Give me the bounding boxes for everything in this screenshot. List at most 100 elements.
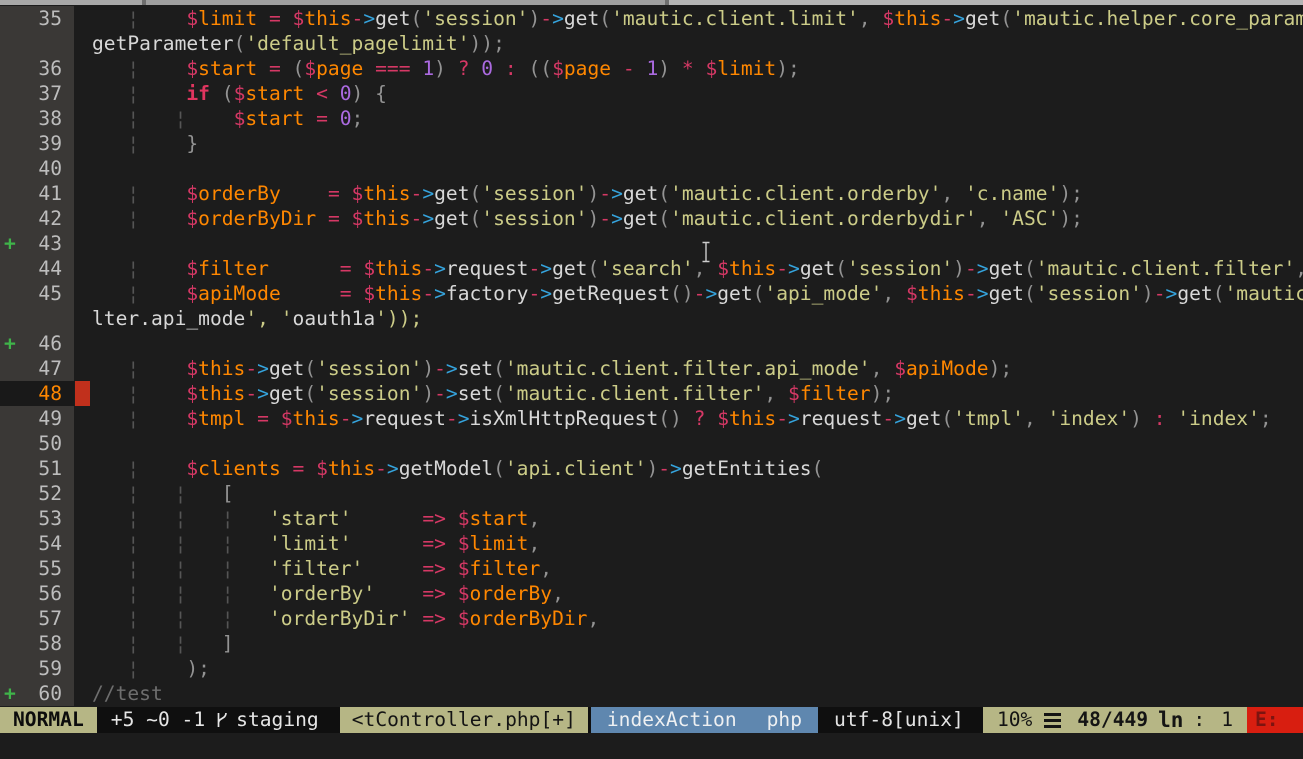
git-added-sign: + bbox=[4, 331, 16, 356]
gutter: 53 bbox=[0, 506, 74, 531]
code-line-52: 52 ¦ ¦ [ bbox=[0, 481, 1303, 506]
command-line[interactable] bbox=[0, 733, 1303, 759]
code-line-38: 38 ¦ ¦ $start = 0; bbox=[0, 106, 1303, 131]
gutter bbox=[0, 31, 74, 56]
code-line-49: 49 ¦ $tmpl = $this->request->isXmlHttpRe… bbox=[0, 406, 1303, 431]
line-number: 40 bbox=[0, 156, 74, 181]
code-text[interactable]: ¦ $this->get('session')->set('mautic.cli… bbox=[74, 356, 1012, 381]
code-text[interactable] bbox=[74, 231, 92, 256]
code-text[interactable]: ¦ ¦ ] bbox=[74, 631, 234, 656]
code-line-59: 59 ¦ ); bbox=[0, 656, 1303, 681]
code-text[interactable]: ¦ ¦ ¦ 'start' => $start, bbox=[74, 506, 540, 531]
git-branch-name: staging bbox=[236, 707, 319, 733]
filetype: php bbox=[767, 707, 802, 733]
gutter: 60+ bbox=[0, 681, 74, 706]
gutter: 58 bbox=[0, 631, 74, 656]
code-line-36: 36 ¦ $start = ($page === 1) ? 0 : (($pag… bbox=[0, 56, 1303, 81]
code-text[interactable]: ¦ ); bbox=[74, 656, 210, 681]
line-number: 39 bbox=[0, 131, 74, 156]
code-text[interactable]: ¦ ¦ [ bbox=[74, 481, 234, 506]
code-text[interactable]: ¦ ¦ ¦ 'orderByDir' => $orderByDir, bbox=[74, 606, 599, 631]
gutter: 54 bbox=[0, 531, 74, 556]
code-text[interactable]: getParameter('default_pagelimit')); bbox=[74, 31, 505, 56]
cursor-column: 1 bbox=[1221, 707, 1233, 733]
code-text[interactable]: ¦ } bbox=[74, 131, 198, 156]
code-text[interactable]: ¦ $limit = $this->get('session')->get('m… bbox=[74, 6, 1303, 31]
gutter: 40 bbox=[0, 156, 74, 181]
line-number: 48 bbox=[0, 381, 74, 406]
code-line-39: 39 ¦ } bbox=[0, 131, 1303, 156]
gutter: 50 bbox=[0, 431, 74, 456]
scroll-percent: 10% bbox=[997, 707, 1032, 733]
function-context: indexAction php bbox=[591, 707, 818, 733]
line-number: 58 bbox=[0, 631, 74, 656]
code-text[interactable] bbox=[74, 331, 92, 356]
code-line-55: 55 ¦ ¦ ¦ 'filter' => $filter, bbox=[0, 556, 1303, 581]
error-sign bbox=[75, 381, 90, 406]
code-text[interactable]: ¦ if ($start < 0) { bbox=[74, 81, 387, 106]
code-line-58: 58 ¦ ¦ ] bbox=[0, 631, 1303, 656]
code-line-50: 50 bbox=[0, 431, 1303, 456]
gutter: 51 bbox=[0, 456, 74, 481]
git-added-sign: + bbox=[4, 681, 16, 706]
gutter: 41 bbox=[0, 181, 74, 206]
code-text[interactable]: ¦ $tmpl = $this->request->isXmlHttpReque… bbox=[74, 406, 1272, 431]
code-text[interactable]: ¦ $clients = $this->getModel('api.client… bbox=[74, 456, 823, 481]
code-text[interactable]: //test bbox=[74, 681, 163, 706]
statusline: NORMAL +5 ~0 -1 staging <tController.php… bbox=[0, 707, 1303, 733]
code-text[interactable]: ¦ $filter = $this->request->get('search'… bbox=[74, 256, 1303, 281]
code-text[interactable]: ¦ $apiMode = $this->factory->getRequest(… bbox=[74, 281, 1303, 306]
code-text[interactable]: ¦ $orderByDir = $this->get('session')->g… bbox=[74, 206, 1083, 231]
line-number: 37 bbox=[0, 81, 74, 106]
code-text[interactable] bbox=[74, 156, 92, 181]
window-edge-segment bbox=[0, 0, 142, 5]
line-number: 47 bbox=[0, 356, 74, 381]
code-line-57: 57 ¦ ¦ ¦ 'orderByDir' => $orderByDir, bbox=[0, 606, 1303, 631]
separator: : bbox=[1193, 707, 1205, 733]
mode-indicator: NORMAL bbox=[0, 707, 97, 733]
line-number: 53 bbox=[0, 506, 74, 531]
code-line-41: 41 ¦ $orderBy = $this->get('session')->g… bbox=[0, 181, 1303, 206]
code-line-51: 51 ¦ $clients = $this->getModel('api.cli… bbox=[0, 456, 1303, 481]
line-number: 55 bbox=[0, 556, 74, 581]
code-editor[interactable]: 35 ¦ $limit = $this->get('session')->get… bbox=[0, 6, 1303, 706]
mouse-text-cursor bbox=[700, 241, 712, 263]
code-line-46: 46+ bbox=[0, 331, 1303, 356]
gutter: 56 bbox=[0, 581, 74, 606]
code-text[interactable]: ¦ ¦ $start = 0; bbox=[74, 106, 363, 131]
gutter: 47 bbox=[0, 356, 74, 381]
line-number: 42 bbox=[0, 206, 74, 231]
code-text[interactable]: ¦ $this->get('session')->set('mautic.cli… bbox=[74, 381, 894, 406]
code-text[interactable]: ¦ ¦ ¦ 'orderBy' => $orderBy, bbox=[74, 581, 564, 606]
cursor-position-section: 10% 48/449 ln : 1 bbox=[983, 707, 1247, 733]
line-number: 50 bbox=[0, 431, 74, 456]
code-text[interactable]: ¦ $orderBy = $this->get('session')->get(… bbox=[74, 181, 1083, 206]
vim-editor-window: 35 ¦ $limit = $this->get('session')->get… bbox=[0, 0, 1303, 759]
code-line-60: 60+//test bbox=[0, 681, 1303, 706]
gutter: 36 bbox=[0, 56, 74, 81]
code-text[interactable] bbox=[74, 431, 92, 456]
error-badge: E: bbox=[1247, 707, 1303, 733]
line-number: 35 bbox=[0, 6, 74, 31]
cursor-line-total: 48/449 bbox=[1077, 707, 1148, 733]
code-line-40: 40 bbox=[0, 156, 1303, 181]
gutter: 37 bbox=[0, 81, 74, 106]
window-top-edge bbox=[0, 0, 1303, 5]
git-status: +5 ~0 -1 staging bbox=[97, 707, 333, 733]
gutter: 59 bbox=[0, 656, 74, 681]
gutter: 42 bbox=[0, 206, 74, 231]
code-line-54: 54 ¦ ¦ ¦ 'limit' => $limit, bbox=[0, 531, 1303, 556]
line-number: 44 bbox=[0, 256, 74, 281]
filename: <tController.php[+] bbox=[340, 707, 588, 733]
gutter: 35 bbox=[0, 6, 74, 31]
code-line-53: 53 ¦ ¦ ¦ 'start' => $start, bbox=[0, 506, 1303, 531]
gutter: 44 bbox=[0, 256, 74, 281]
code-text[interactable]: ¦ $start = ($page === 1) ? 0 : (($page -… bbox=[74, 56, 800, 81]
lines-icon bbox=[1044, 713, 1061, 728]
code-text[interactable]: lter.api_mode', 'oauth1a')); bbox=[74, 306, 422, 331]
code-line-44: 44 ¦ $filter = $this->request->get('sear… bbox=[0, 256, 1303, 281]
line-number: 49 bbox=[0, 406, 74, 431]
code-text[interactable]: ¦ ¦ ¦ 'limit' => $limit, bbox=[74, 531, 540, 556]
code-text[interactable]: ¦ ¦ ¦ 'filter' => $filter, bbox=[74, 556, 552, 581]
line-number: 45 bbox=[0, 281, 74, 306]
